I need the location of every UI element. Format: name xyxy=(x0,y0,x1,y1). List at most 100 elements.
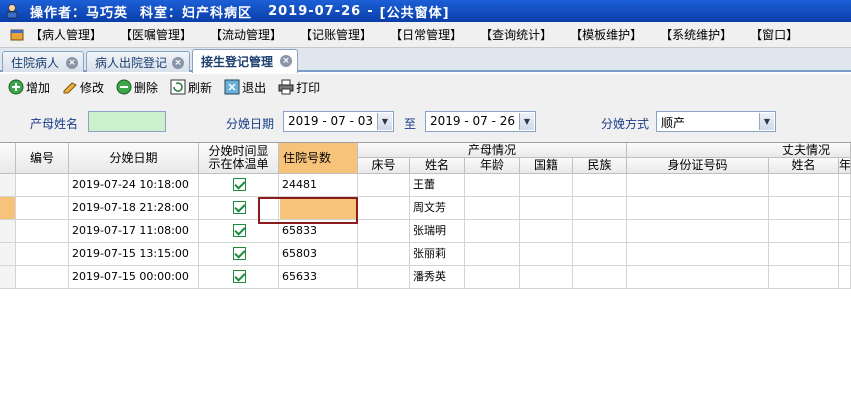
cell-ethnicity[interactable] xyxy=(573,266,627,289)
cell-ethnicity[interactable] xyxy=(573,197,627,220)
cell-bed[interactable] xyxy=(358,220,410,243)
edit-button[interactable]: 修改 xyxy=(62,79,104,96)
cell-husband_age[interactable] xyxy=(839,197,851,220)
cell-checked[interactable] xyxy=(199,174,279,197)
col-header-name[interactable]: 姓名 xyxy=(410,158,465,174)
cell-name[interactable]: 张瑞明 xyxy=(410,220,465,243)
show-on-chart-checkbox[interactable] xyxy=(233,270,246,283)
tab-inpatient[interactable]: 住院病人 × xyxy=(2,51,84,72)
show-on-chart-checkbox[interactable] xyxy=(233,224,246,237)
cell-husband_name[interactable] xyxy=(769,174,839,197)
menu-daily[interactable]: 【日常管理】 xyxy=(390,24,462,45)
cell-date[interactable]: 2019-07-15 00:00:00 xyxy=(69,266,199,289)
cell-id[interactable] xyxy=(627,197,769,220)
cell-no[interactable] xyxy=(16,220,69,243)
cell-name[interactable]: 潘秀英 xyxy=(410,266,465,289)
exit-button[interactable]: 退出 xyxy=(224,79,266,96)
menu-window[interactable]: 【窗口】 xyxy=(750,24,798,45)
cell-husband_age[interactable] xyxy=(839,174,851,197)
cell-checked[interactable] xyxy=(199,266,279,289)
cell-nationality[interactable] xyxy=(520,243,573,266)
cell-id[interactable] xyxy=(627,220,769,243)
menu-flow[interactable]: 【流动管理】 xyxy=(210,24,282,45)
col-header-admission[interactable]: 住院号数 xyxy=(279,143,358,174)
cell-no[interactable] xyxy=(16,243,69,266)
row-selector[interactable] xyxy=(0,197,16,220)
col-header-date[interactable]: 分娩日期 xyxy=(69,143,199,174)
refresh-button[interactable]: 刷新 xyxy=(170,79,212,96)
menu-patient[interactable]: 【病人管理】 xyxy=(30,24,102,45)
chevron-down-icon[interactable]: ▼ xyxy=(759,113,774,130)
menu-system[interactable]: 【系统维护】 xyxy=(660,24,732,45)
cell-husband_age[interactable] xyxy=(839,266,851,289)
col-header-age[interactable]: 年龄 xyxy=(465,158,520,174)
cell-nationality[interactable] xyxy=(520,266,573,289)
show-on-chart-checkbox[interactable] xyxy=(233,247,246,260)
tab-discharge[interactable]: 病人出院登记 × xyxy=(86,51,190,72)
col-header-no[interactable]: 编号 xyxy=(16,143,69,174)
add-button[interactable]: 增加 xyxy=(8,79,50,96)
row-selector[interactable] xyxy=(0,220,16,243)
show-on-chart-checkbox[interactable] xyxy=(233,201,246,214)
cell-age[interactable] xyxy=(465,243,520,266)
cell-bed[interactable] xyxy=(358,174,410,197)
menu-query[interactable]: 【查询统计】 xyxy=(480,24,552,45)
date-to-picker[interactable]: 2019 - 07 - 26 ▼ xyxy=(425,111,536,132)
delivery-method-select[interactable]: 顺产 ▼ xyxy=(656,111,776,132)
cell-no[interactable] xyxy=(16,197,69,220)
cell-bed[interactable] xyxy=(358,243,410,266)
menu-billing[interactable]: 【记账管理】 xyxy=(300,24,372,45)
chevron-down-icon[interactable]: ▼ xyxy=(519,113,534,130)
row-selector[interactable] xyxy=(0,174,16,197)
cell-age[interactable] xyxy=(465,174,520,197)
cell-id[interactable] xyxy=(627,266,769,289)
cell-admission[interactable]: 65633 xyxy=(279,266,358,289)
chevron-down-icon[interactable]: ▼ xyxy=(377,113,392,130)
cell-ethnicity[interactable] xyxy=(573,174,627,197)
col-header-show-time[interactable]: 分娩时间显示在体温单 xyxy=(199,143,279,174)
cell-checked[interactable] xyxy=(199,243,279,266)
delete-button[interactable]: 删除 xyxy=(116,79,158,96)
cell-age[interactable] xyxy=(465,266,520,289)
cell-bed[interactable] xyxy=(358,266,410,289)
cell-date[interactable]: 2019-07-24 10:18:00 xyxy=(69,174,199,197)
cell-name[interactable]: 王蕾 xyxy=(410,174,465,197)
col-header-husband-name[interactable]: 姓名 xyxy=(769,158,839,174)
cell-ethnicity[interactable] xyxy=(573,243,627,266)
col-header-husband-age[interactable]: 年 xyxy=(839,158,851,174)
cell-husband_name[interactable] xyxy=(769,266,839,289)
mother-name-input[interactable] xyxy=(88,111,166,132)
col-header-bed[interactable]: 床号 xyxy=(358,158,410,174)
cell-admission[interactable]: 24481 xyxy=(279,174,358,197)
print-button[interactable]: 打印 xyxy=(278,79,320,96)
cell-nationality[interactable] xyxy=(520,197,573,220)
row-selector[interactable] xyxy=(0,266,16,289)
show-on-chart-checkbox[interactable] xyxy=(233,178,246,191)
cell-no[interactable] xyxy=(16,174,69,197)
close-icon[interactable]: × xyxy=(66,57,78,69)
cell-age[interactable] xyxy=(465,220,520,243)
cell-nationality[interactable] xyxy=(520,220,573,243)
menu-template[interactable]: 【模板维护】 xyxy=(570,24,642,45)
cell-id[interactable] xyxy=(627,243,769,266)
date-from-picker[interactable]: 2019 - 07 - 03 ▼ xyxy=(283,111,394,132)
cell-husband_name[interactable] xyxy=(769,197,839,220)
cell-husband_age[interactable] xyxy=(839,220,851,243)
cell-husband_name[interactable] xyxy=(769,243,839,266)
tab-delivery-registration[interactable]: 接生登记管理 × xyxy=(192,49,298,73)
cell-date[interactable]: 2019-07-17 11:08:00 xyxy=(69,220,199,243)
cell-bed[interactable] xyxy=(358,197,410,220)
cell-name[interactable]: 张丽莉 xyxy=(410,243,465,266)
cell-no[interactable] xyxy=(16,266,69,289)
cell-husband_name[interactable] xyxy=(769,220,839,243)
cell-admission[interactable]: 65803 xyxy=(279,243,358,266)
col-header-id[interactable]: 身份证号码 xyxy=(627,158,769,174)
close-icon[interactable]: × xyxy=(280,55,292,67)
col-header-nationality[interactable]: 国籍 xyxy=(520,158,573,174)
cell-date[interactable]: 2019-07-18 21:28:00 xyxy=(69,197,199,220)
menu-order[interactable]: 【医嘱管理】 xyxy=(120,24,192,45)
cell-nationality[interactable] xyxy=(520,174,573,197)
close-icon[interactable]: × xyxy=(172,57,184,69)
row-selector[interactable] xyxy=(0,243,16,266)
col-header-ethnicity[interactable]: 民族 xyxy=(573,158,627,174)
